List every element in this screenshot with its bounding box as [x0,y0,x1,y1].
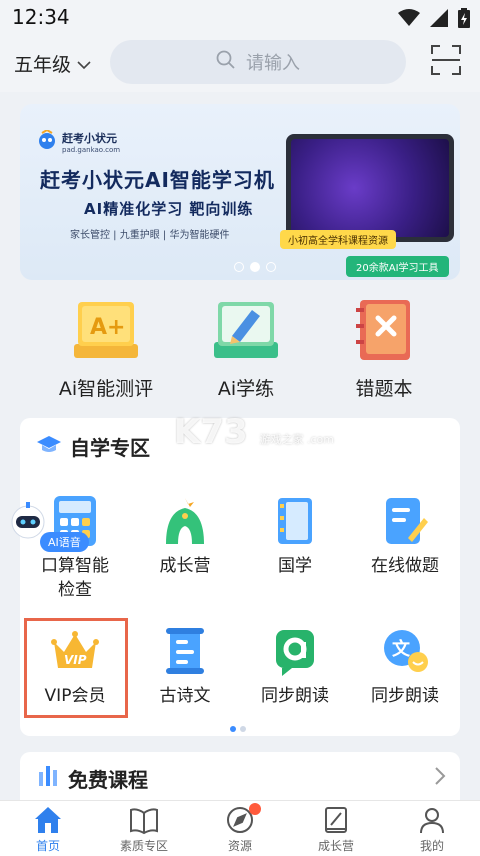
search-placeholder: 请输入 [246,53,300,74]
top-header: 五年级 请输入 [0,34,480,92]
ai-voice-label: AI语音 [40,532,89,552]
tab-mine[interactable]: 我的 [384,801,480,856]
tab-label: 资源 [227,839,252,853]
compass-icon [225,803,261,835]
banner-site: pad.gankao.com [62,146,121,154]
item-label: 在线做题 [371,556,439,576]
online-exercise-icon [378,494,432,548]
ai-practice-icon [208,296,284,362]
grade-selector[interactable]: 五年级 [14,50,91,77]
banner-brand: 赶考小状元 [62,132,117,145]
item-label: 口算智能 检查 [20,554,130,602]
tablet-image [286,134,454,242]
search-input[interactable]: 请输入 [110,40,406,84]
svg-text:A+: A+ [90,315,125,340]
scan-icon[interactable] [430,44,462,80]
tab-quality-zone[interactable]: 素质专区 [96,801,192,856]
wifi-icon [398,9,420,31]
svg-text:文: 文 [392,638,411,660]
banner-subtitle: AI精准化学习 靶向训练 [84,200,254,218]
wrong-book-icon [346,296,422,362]
quick-ai-test[interactable]: A+ Ai智能测评 [36,296,176,406]
self-study-title: 自学专区 [36,432,150,461]
quick-label: Ai学练 [217,378,275,400]
item-classics[interactable]: 国学 [240,494,350,578]
quick-label: Ai智能测评 [58,378,154,400]
section-title: 自学专区 [70,436,150,460]
quick-wrong-book[interactable]: 错题本 [314,296,454,406]
brand-mascot-icon [36,128,58,154]
item-sync-reading[interactable]: 同步朗读 [240,624,350,708]
quick-ai-practice[interactable]: Ai学练 [176,296,316,406]
status-time: 12:34 [12,5,70,29]
banner-logo: 赶考小状元 pad.gankao.com [36,128,121,154]
vip-crown-icon: VIP [48,624,102,678]
sync-reading-chat-icon: 文 [378,624,432,678]
banner-tag-courses: 小初高全学科课程资源 [280,230,396,249]
bar-chart-icon [38,766,60,791]
item-label: 国学 [278,556,312,576]
ancient-poetry-icon [158,624,212,678]
watermark-sub: 游戏之家 .com [259,433,335,446]
item-label: 同步朗读 [371,686,439,706]
pager-dot [240,726,246,732]
watermark: K73 游戏之家 .com [174,412,334,452]
search-icon [216,50,236,74]
banner-dot-active [250,262,260,272]
chevron-right-icon[interactable] [434,766,446,790]
banner-title: 赶考小状元AI智能学习机 [40,168,275,192]
bottom-tab-bar: 首页 素质专区 资源 成长营 我的 [0,800,480,856]
status-bar: 12:34 [0,0,480,34]
open-book-icon [129,805,159,835]
item-label: 成长营 [159,556,211,576]
classics-book-icon [268,494,322,548]
sync-reading-icon [268,624,322,678]
item-label: VIP会员 [44,686,106,706]
pager-dot-active [230,726,236,732]
item-label: 同步朗读 [261,686,329,706]
tab-label: 成长营 [317,839,354,853]
ai-test-icon: A+ [68,296,144,362]
banner-pagination [234,262,276,272]
grade-label: 五年级 [14,54,72,76]
tab-growth-camp[interactable]: 成长营 [288,801,384,856]
user-icon [417,805,447,835]
ai-voice-button[interactable]: AI语音 [0,500,96,560]
chevron-down-icon [77,53,91,75]
item-label: 古诗文 [159,686,211,706]
tab-label: 素质专区 [119,839,168,853]
tab-label: 首页 [35,839,60,853]
home-icon [33,805,63,835]
graduation-cap-icon [36,434,62,459]
item-online-exercise[interactable]: 在线做题 [350,494,460,578]
section-title: 免费课程 [68,768,148,792]
banner-tag-tools: 20余款AI学习工具 [346,256,449,277]
tab-label: 我的 [419,839,444,853]
notebook-pen-icon [321,805,351,835]
battery-icon [458,8,470,32]
growth-camp-icon [158,494,212,548]
signal-icon [430,9,448,31]
tab-home[interactable]: 首页 [0,801,96,856]
notification-dot [249,803,261,815]
watermark-text: K73 [174,412,248,452]
item-sync-reading-2[interactable]: 文 同步朗读 [350,624,460,708]
self-study-card: 自学专区 口算智能 检查 成长营 国学 在线做题 VIP VIP会员 古诗文 同… [20,418,460,736]
banner-dot [234,262,244,272]
promo-banner[interactable]: 赶考小状元 pad.gankao.com 赶考小状元AI智能学习机 AI精准化学… [20,104,460,280]
item-growth-camp[interactable]: 成长营 [130,494,240,578]
free-courses-card[interactable]: 免费课程 [20,752,460,802]
free-courses-title: 免费课程 [38,764,148,793]
status-icons [398,8,470,32]
item-vip[interactable]: VIP VIP会员 [20,624,130,708]
quick-label: 错题本 [355,378,413,400]
item-label-line2: 检查 [58,580,92,600]
tab-resources[interactable]: 资源 [192,801,288,856]
item-ancient-poetry[interactable]: 古诗文 [130,624,240,708]
banner-dot [266,262,276,272]
grid-pagination [230,726,246,732]
svg-text:VIP: VIP [64,653,87,667]
banner-features: 家长管控 | 九重护眼 | 华为智能硬件 [70,230,230,241]
